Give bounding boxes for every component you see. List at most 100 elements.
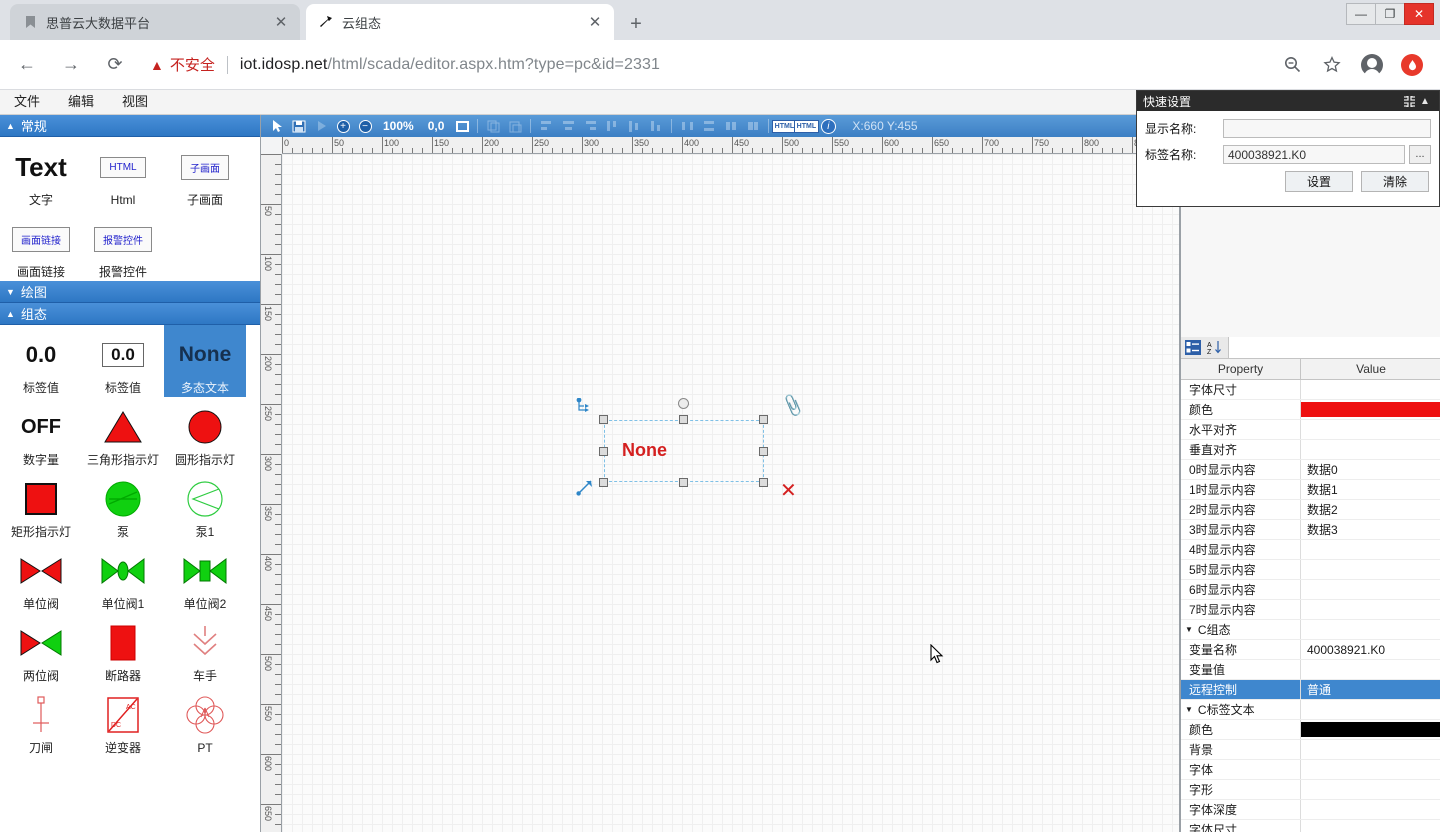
rotate-handle[interactable] xyxy=(678,398,689,409)
palette-item-inverter[interactable]: ACDC 逆变器 xyxy=(82,685,164,757)
resize-handle-w[interactable] xyxy=(599,447,608,456)
property-value[interactable] xyxy=(1301,720,1440,739)
copy-icon[interactable] xyxy=(483,117,503,135)
property-value[interactable]: 数据2 xyxy=(1301,500,1440,519)
property-value[interactable]: 数据1 xyxy=(1301,480,1440,499)
palette-group-drawing[interactable]: ▼ 绘图 xyxy=(0,281,260,303)
property-filter-input[interactable] xyxy=(1228,337,1440,358)
property-row[interactable]: ▼C标签文本 xyxy=(1181,700,1440,720)
property-value[interactable] xyxy=(1301,400,1440,419)
palette-item-unit-valve1[interactable]: 单位阀1 xyxy=(82,541,164,613)
set-button[interactable]: 设置 xyxy=(1285,171,1353,192)
reload-icon[interactable]: ⟳ xyxy=(98,48,132,82)
alphabetical-sort-icon[interactable]: AZ xyxy=(1206,339,1224,356)
property-row[interactable]: 字形 xyxy=(1181,780,1440,800)
back-icon[interactable]: ← xyxy=(10,48,44,82)
resize-arrow-icon[interactable] xyxy=(576,478,594,499)
property-row[interactable]: 6时显示内容 xyxy=(1181,580,1440,600)
palette-item-html[interactable]: HTML Html xyxy=(82,137,164,209)
property-value[interactable] xyxy=(1301,700,1440,719)
property-row[interactable]: 字体尺寸 xyxy=(1181,820,1440,832)
paste-icon[interactable] xyxy=(505,117,525,135)
align-bottom-icon[interactable] xyxy=(646,117,666,135)
address-bar[interactable]: ▲ 不安全 iot.idosp.net/html/scada/editor.as… xyxy=(150,54,1280,75)
property-value[interactable] xyxy=(1301,540,1440,559)
property-row[interactable]: 1时显示内容数据1 xyxy=(1181,480,1440,500)
window-minimize-button[interactable]: — xyxy=(1346,3,1376,25)
profile-avatar-icon[interactable] xyxy=(1360,53,1384,77)
pointer-icon[interactable] xyxy=(267,117,287,135)
color-swatch[interactable] xyxy=(1301,722,1440,737)
window-close-button[interactable]: ✕ xyxy=(1404,3,1434,25)
palette-item-two-position-valve[interactable]: 两位阀 xyxy=(0,613,82,685)
property-row[interactable]: 垂直对齐 xyxy=(1181,440,1440,460)
html-import-icon[interactable]: HTML xyxy=(796,117,816,135)
property-row[interactable]: 远程控制普通 xyxy=(1181,680,1440,700)
distribute-v-icon[interactable] xyxy=(699,117,719,135)
chevron-down-icon[interactable]: ▼ xyxy=(1185,625,1193,634)
property-value[interactable] xyxy=(1301,620,1440,639)
property-row[interactable]: 5时显示内容 xyxy=(1181,560,1440,580)
delete-x-icon[interactable]: ✕ xyxy=(780,478,797,503)
zoom-in-icon[interactable]: + xyxy=(333,117,353,135)
property-value[interactable] xyxy=(1301,600,1440,619)
property-row[interactable]: 字体深度 xyxy=(1181,800,1440,820)
align-top-icon[interactable] xyxy=(602,117,622,135)
property-row[interactable]: 字体 xyxy=(1181,760,1440,780)
fit-icon[interactable] xyxy=(452,117,472,135)
palette-item-trolley[interactable]: 车手 xyxy=(164,613,246,685)
property-value[interactable] xyxy=(1301,740,1440,759)
bookmark-star-icon[interactable] xyxy=(1320,53,1344,77)
property-row[interactable]: 水平对齐 xyxy=(1181,420,1440,440)
property-row[interactable]: 0时显示内容数据0 xyxy=(1181,460,1440,480)
property-row[interactable]: 4时显示内容 xyxy=(1181,540,1440,560)
property-row[interactable]: ▼C组态 xyxy=(1181,620,1440,640)
property-value[interactable] xyxy=(1301,660,1440,679)
align-middle-icon[interactable] xyxy=(624,117,644,135)
design-canvas[interactable]: None 📎 ✕ xyxy=(282,154,1180,832)
color-swatch[interactable] xyxy=(1301,402,1440,417)
property-value[interactable] xyxy=(1301,440,1440,459)
property-value[interactable] xyxy=(1301,580,1440,599)
property-value[interactable] xyxy=(1301,820,1440,832)
browser-tab-1[interactable]: 云组态 ✕ xyxy=(306,4,614,40)
palette-item-multistate-text[interactable]: None 多态文本 xyxy=(164,325,246,397)
align-center-icon[interactable] xyxy=(558,117,578,135)
clear-button[interactable]: 清除 xyxy=(1361,171,1429,192)
categorized-icon[interactable] xyxy=(1184,339,1202,356)
property-value[interactable] xyxy=(1301,800,1440,819)
property-row[interactable]: 3时显示内容数据3 xyxy=(1181,520,1440,540)
resize-handle-e[interactable] xyxy=(759,447,768,456)
property-row[interactable]: 字体尺寸 xyxy=(1181,380,1440,400)
property-row[interactable]: 颜色 xyxy=(1181,400,1440,420)
tag-name-input[interactable]: 400038921.K0 xyxy=(1223,145,1405,164)
group-icon[interactable] xyxy=(743,117,763,135)
property-value[interactable]: 400038921.K0 xyxy=(1301,640,1440,659)
property-value[interactable] xyxy=(1301,760,1440,779)
palette-item-breaker[interactable]: 断路器 xyxy=(82,613,164,685)
menu-item-view[interactable]: 视图 xyxy=(108,90,162,114)
palette-item-digital[interactable]: OFF 数字量 xyxy=(0,397,82,469)
property-value[interactable]: 数据3 xyxy=(1301,520,1440,539)
palette-item-triangle-indicator[interactable]: 三角形指示灯 xyxy=(82,397,164,469)
browser-tab-0[interactable]: 思普云大数据平台 ✕ xyxy=(10,4,300,40)
property-row[interactable]: 变量值 xyxy=(1181,660,1440,680)
save-icon[interactable] xyxy=(289,117,309,135)
info-icon[interactable]: i xyxy=(818,117,838,135)
html-export-icon[interactable]: HTML xyxy=(774,117,794,135)
property-row[interactable]: 背景 xyxy=(1181,740,1440,760)
tab-close-icon[interactable]: ✕ xyxy=(584,11,606,33)
new-tab-button[interactable]: + xyxy=(622,10,650,38)
property-row[interactable]: 颜色 xyxy=(1181,720,1440,740)
property-row[interactable]: 2时显示内容数据2 xyxy=(1181,500,1440,520)
palette-item-unit-valve2[interactable]: 单位阀2 xyxy=(164,541,246,613)
palette-item-pt[interactable]: PT xyxy=(164,685,246,757)
align-left-icon[interactable] xyxy=(536,117,556,135)
palette-item-unit-valve[interactable]: 单位阀 xyxy=(0,541,82,613)
palette-item-alarm-control[interactable]: 报警控件 报警控件 xyxy=(82,209,164,281)
property-value[interactable]: 数据0 xyxy=(1301,460,1440,479)
property-value[interactable] xyxy=(1301,380,1440,399)
resize-handle-se[interactable] xyxy=(759,478,768,487)
forward-icon[interactable]: → xyxy=(54,48,88,82)
palette-item-tag-value-field[interactable]: 0.0 标签值 xyxy=(82,325,164,397)
